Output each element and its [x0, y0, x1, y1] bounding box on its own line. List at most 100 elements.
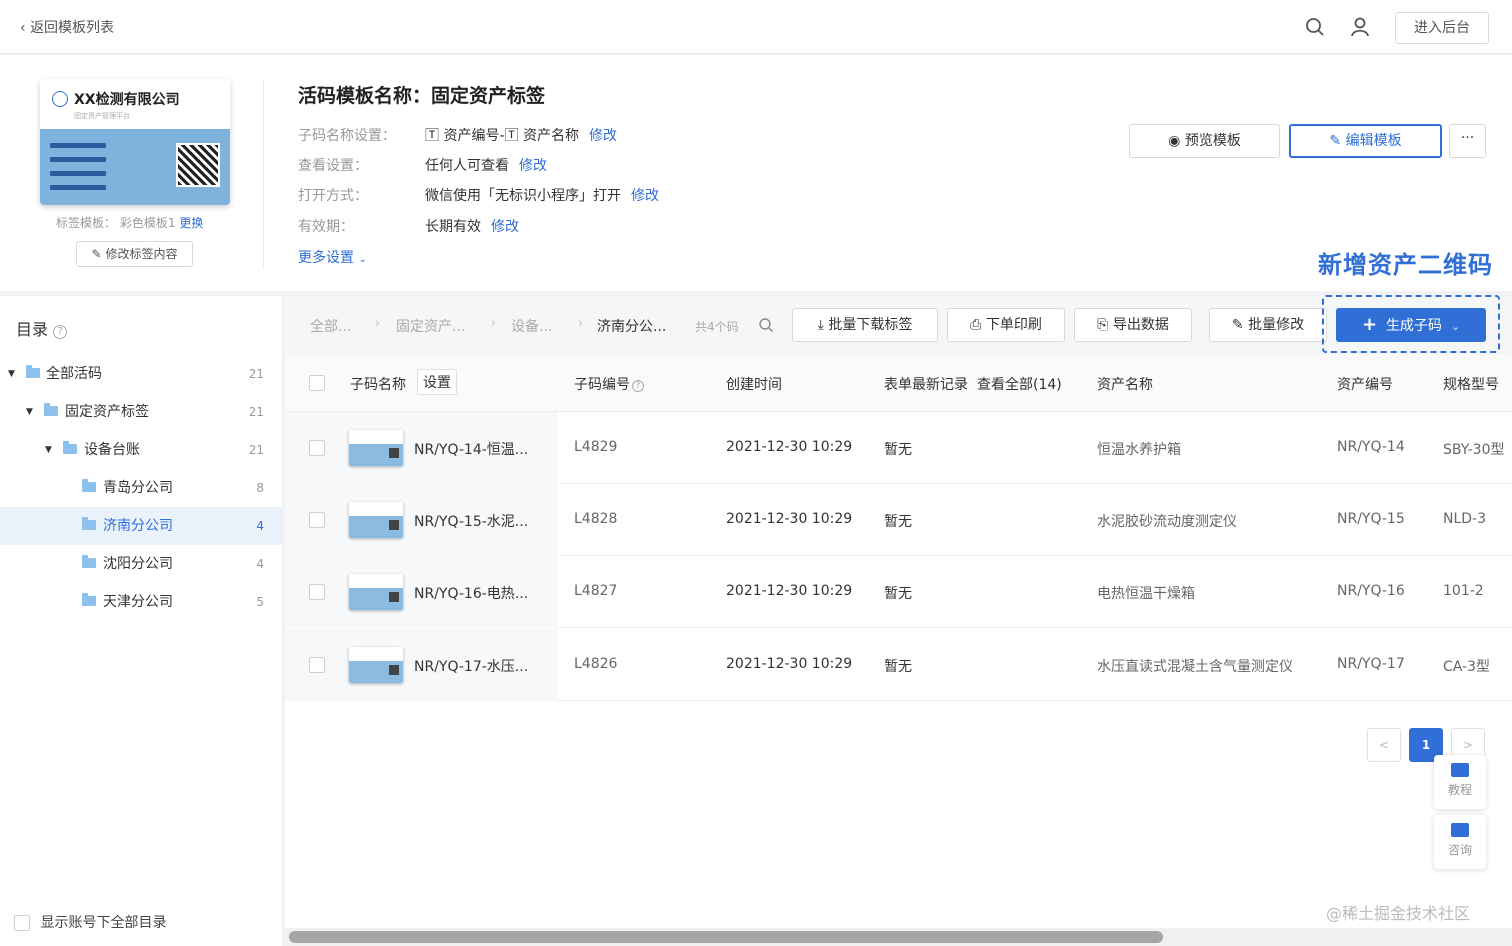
change-template-link[interactable]: 更换: [179, 216, 203, 230]
code-count: 共4个码: [695, 320, 739, 334]
pager-prev-button[interactable]: <: [1367, 728, 1401, 762]
latest-record: 暂无: [884, 586, 912, 602]
select-all-checkbox[interactable]: [309, 375, 325, 391]
subcode-number: L4827: [574, 583, 618, 599]
col-asset-name: 资产名称: [1097, 377, 1153, 393]
breadcrumb-all[interactable]: 全部...: [310, 316, 351, 336]
consult-float-button[interactable]: 咨询: [1434, 815, 1486, 869]
help-icon: ?: [53, 325, 68, 339]
printer-icon: ⎙: [970, 317, 982, 333]
caret-down-icon: ▼: [45, 445, 52, 455]
plus-icon: +: [1361, 314, 1378, 335]
search-icon[interactable]: [758, 317, 774, 333]
row-checkbox[interactable]: [309, 584, 325, 600]
batch-download-labels-button[interactable]: ⤓ 批量下载标签: [792, 308, 938, 342]
back-to-template-list-link[interactable]: ‹ 返回模板列表: [20, 17, 114, 37]
directory-sidebar: 目录 ? ▼ 全部活码 21 ▼ 固定资产标签 21 ▼ 设备台账 21 青岛分…: [0, 296, 282, 946]
watermark: @稀土掘金技术社区: [1326, 904, 1471, 923]
batch-edit-button[interactable]: ✎ 批量修改: [1209, 308, 1327, 342]
folder-icon: [82, 479, 96, 492]
asset-number: NR/YQ-15: [1337, 511, 1405, 527]
enter-admin-button[interactable]: 进入后台: [1395, 12, 1489, 44]
asset-number: NR/YQ-17: [1337, 656, 1405, 672]
search-icon[interactable]: [1304, 16, 1326, 38]
table-row[interactable]: NR/YQ-14-恒温... L4829 2021-12-30 10:29 暂无…: [285, 412, 1512, 484]
subcode-name-link[interactable]: NR/YQ-15-水泥...: [414, 511, 528, 531]
breadcrumb-current[interactable]: 济南分公...: [597, 316, 666, 336]
user-icon[interactable]: [1349, 16, 1371, 38]
view-all-records-link[interactable]: 查看全部(14): [977, 374, 1062, 394]
folder-icon: [82, 517, 96, 530]
template-header: XX检测有限公司 固定资产管理平台 标签模板： 彩色模板1 更换 ✎ 修改标签内…: [0, 55, 1512, 291]
name-setting-button[interactable]: 设置: [417, 369, 457, 395]
latest-record: 暂无: [884, 659, 912, 675]
created-time: 2021-12-30 10:29: [726, 439, 853, 455]
table-row[interactable]: NR/YQ-16-电热... L4827 2021-12-30 10:29 暂无…: [285, 556, 1512, 628]
setting-row-open-method: 打开方式： 微信使用「无标识小程序」打开 修改: [298, 188, 659, 204]
template-title: 活码模板名称：固定资产标签: [298, 85, 546, 107]
model: 101-2: [1443, 583, 1484, 599]
show-all-checkbox[interactable]: [14, 915, 30, 931]
breadcrumb-fixed-asset[interactable]: 固定资产...: [396, 316, 465, 336]
order-print-button[interactable]: ⎙ 下单印刷: [947, 308, 1065, 342]
tree-item-qingdao[interactable]: 青岛分公司 8: [0, 469, 282, 507]
caret-down-icon: ▼: [8, 369, 15, 379]
tree-item-jinan[interactable]: 济南分公司 4: [0, 507, 282, 545]
annotation-callout: 新增资产二维码: [1318, 251, 1493, 279]
tree-item-shenyang[interactable]: 沈阳分公司 4: [0, 545, 282, 583]
subcode-name-link[interactable]: NR/YQ-16-电热...: [414, 583, 528, 603]
label-template-name: 彩色模板1: [119, 216, 176, 230]
generate-subcode-button[interactable]: + 生成子码 ⌄: [1336, 308, 1486, 342]
more-actions-button[interactable]: ···: [1449, 124, 1486, 158]
edit-validity-link[interactable]: 修改: [491, 219, 519, 235]
label-subtitle: 固定资产管理平台: [74, 112, 130, 120]
row-checkbox[interactable]: [309, 657, 325, 673]
latest-record: 暂无: [884, 514, 912, 530]
qr-code-icon: [176, 143, 220, 187]
horizontal-scrollbar-thumb[interactable]: [289, 931, 1163, 943]
row-checkbox[interactable]: [309, 440, 325, 456]
edit-view-setting-link[interactable]: 修改: [519, 158, 547, 174]
label-thumbnail: [349, 502, 403, 538]
asset-name: 水压直读式混凝土含气量测定仪: [1097, 659, 1293, 675]
edit-icon: ✎: [1329, 133, 1342, 149]
edit-template-button[interactable]: ✎ 编辑模板: [1289, 124, 1442, 158]
company-logo-icon: [52, 91, 68, 107]
tutorial-float-button[interactable]: 教程: [1434, 755, 1486, 809]
subcode-number: L4829: [574, 439, 618, 455]
asset-number: NR/YQ-16: [1337, 583, 1405, 599]
show-all-directories-toggle[interactable]: 显示账号下全部目录: [14, 912, 166, 932]
breadcrumb-separator-icon: ›: [578, 316, 583, 330]
tree-item-equipment-ledger[interactable]: ▼ 设备台账 21: [0, 431, 282, 469]
export-data-button[interactable]: ⎘ 导出数据: [1074, 308, 1192, 342]
tree-item-tianjin[interactable]: 天津分公司 5: [0, 583, 282, 621]
chat-icon: [1451, 823, 1469, 837]
asset-name: 水泥胶砂流动度测定仪: [1097, 514, 1237, 530]
breadcrumb-equipment[interactable]: 设备...: [511, 316, 552, 336]
label-template-line: 标签模板： 彩色模板1 更换: [56, 216, 204, 230]
edit-subcode-name-link[interactable]: 修改: [589, 128, 617, 144]
tree-item-all-codes[interactable]: ▼ 全部活码 21: [0, 355, 282, 393]
table-row[interactable]: NR/YQ-17-水压... L4826 2021-12-30 10:29 暂无…: [285, 629, 1512, 701]
help-icon: ?: [632, 380, 644, 392]
chevron-down-icon: ⌄: [358, 254, 367, 265]
row-checkbox[interactable]: [309, 512, 325, 528]
edit-open-method-link[interactable]: 修改: [631, 188, 659, 204]
model: CA-3型: [1443, 659, 1491, 675]
col-subcode-number: 子码编号?: [574, 374, 644, 394]
col-latest-form-record: 表单最新记录: [884, 377, 968, 393]
created-time: 2021-12-30 10:29: [726, 656, 853, 672]
created-time: 2021-12-30 10:29: [726, 511, 853, 527]
label-thumbnail: [349, 430, 403, 466]
caret-down-icon: ▼: [26, 407, 33, 417]
preview-template-button[interactable]: ◉ 预览模板: [1129, 124, 1280, 158]
edit-label-content-button[interactable]: ✎ 修改标签内容: [76, 241, 193, 267]
directory-title: 目录 ?: [16, 316, 68, 340]
breadcrumb-separator-icon: ›: [375, 316, 380, 330]
subcode-name-link[interactable]: NR/YQ-14-恒温...: [414, 439, 528, 459]
more-settings-toggle[interactable]: 更多设置 ⌄: [298, 247, 367, 267]
table-row[interactable]: NR/YQ-15-水泥... L4828 2021-12-30 10:29 暂无…: [285, 484, 1512, 556]
breadcrumb-separator-icon: ›: [491, 316, 496, 330]
tree-item-fixed-asset-labels[interactable]: ▼ 固定资产标签 21: [0, 393, 282, 431]
subcode-name-link[interactable]: NR/YQ-17-水压...: [414, 656, 528, 676]
